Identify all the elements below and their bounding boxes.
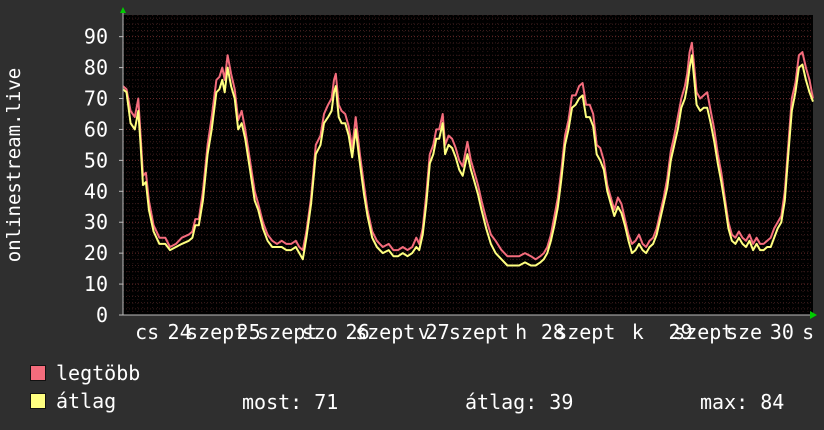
stat-avg: átlag: 39 [465,390,574,414]
y-axis-arrow-icon [120,7,126,13]
y-tick-label: 40 [84,179,108,203]
y-tick-label: 80 [84,56,108,80]
x-tick-label: szept [555,320,615,344]
x-tick-label: 27 [426,320,450,344]
stat-now: most: 71 [242,390,339,414]
legend-swatch-avg [30,393,46,409]
x-tick-label: szept [355,320,415,344]
x-tick-label: 30 [770,320,794,344]
x-tick-label: s [802,320,814,344]
y-tick-label: 70 [84,87,108,111]
y-tick-label: 20 [84,241,108,265]
x-tick-label: szept [673,320,733,344]
legend-swatch-max [30,365,46,381]
y-tick-label: 50 [84,148,108,172]
x-tick-label: k [632,320,644,344]
x-tick-label: szept [449,320,509,344]
y-tick-label: 30 [84,210,108,234]
y-axis-label: onlinestream.live [3,68,25,262]
y-tick-label: 10 [84,272,108,296]
legend-label-avg: átlag [56,389,117,413]
stat-max: max: 84 [700,390,785,414]
x-tick-label: cs [135,320,159,344]
legend-item-max: legtöbb [30,361,141,385]
legend-label-max: legtöbb [56,361,141,385]
x-tick-label: h [515,320,527,344]
x-tick-labels: cs 24szept25szeptszo 26szept v27 szept h 28sze… [135,320,814,344]
x-tick-label: szo [302,320,338,344]
x-axis-arrow-icon [810,311,817,319]
x-tick-label: sze [726,320,762,344]
y-tick-label: 60 [84,117,108,141]
legend-item-avg: átlag [30,389,117,413]
y-tick-label: 0 [96,303,108,327]
y-tick-labels: 0 10 20 30 40 50 60 70 80 90 [84,25,123,327]
y-tick-label: 90 [84,25,108,49]
